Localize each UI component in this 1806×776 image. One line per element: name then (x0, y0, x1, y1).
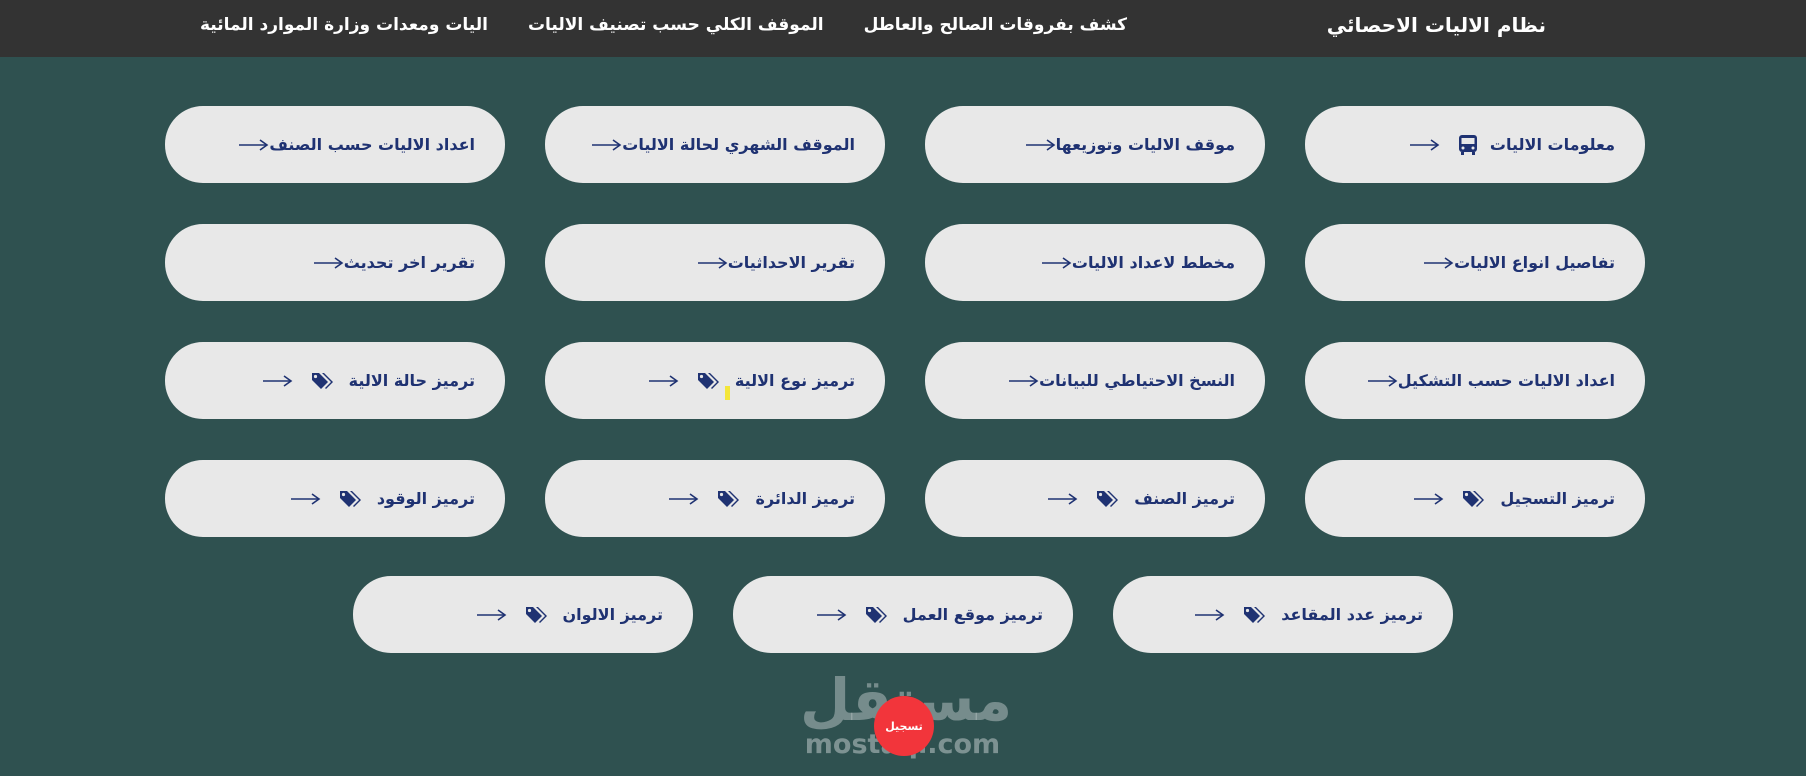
arrow-right-icon (1025, 138, 1056, 152)
tags-icon (525, 605, 551, 625)
arrow-right-icon (648, 374, 679, 388)
menu-button[interactable]: مخطط لاعداد الاليات (925, 224, 1265, 301)
menu-button-label: ترميز عدد المقاعد (1281, 605, 1423, 624)
menu-button-label: اعداد الاليات حسب التشكيل (1397, 371, 1615, 390)
menu-button-label: مخطط لاعداد الاليات (1071, 253, 1235, 272)
menu-button[interactable]: ترميز الوقود (165, 460, 505, 537)
menu-button-label: تفاصيل انواع الاليات (1454, 253, 1615, 272)
arrow-right-icon (290, 492, 321, 506)
top-navbar: نظام الاليات الاحصائي كشف بفروقات الصالح… (0, 0, 1806, 57)
arrow-right-icon (313, 256, 344, 270)
text-cursor-icon (725, 386, 730, 400)
menu-button-label: ترميز الوقود (376, 489, 475, 508)
arrow-right-icon (476, 608, 507, 622)
menu-button[interactable]: ترميز عدد المقاعد (1113, 576, 1453, 653)
menu-button[interactable]: ترميز موقع العمل (733, 576, 1073, 653)
tags-icon (311, 371, 337, 391)
menu-button[interactable]: اعداد الاليات حسب الصنف (165, 106, 505, 183)
nav-link-differences-report[interactable]: كشف بفروقات الصالح والعاطل (864, 15, 1127, 35)
arrow-right-icon (669, 492, 699, 506)
menu-button-label: اعداد الاليات حسب الصنف (269, 135, 475, 154)
menu-button-label: ترميز حالة الالية (348, 371, 475, 390)
menu-button-label: ترميز التسجيل (1500, 489, 1615, 508)
nav-link-overall-status[interactable]: الموقف الكلي حسب تصنيف الاليات (528, 15, 824, 35)
arrow-right-icon (239, 138, 269, 152)
menu-button-label: الموقف الشهري لحالة الاليات (622, 135, 855, 154)
arrow-right-icon (1367, 374, 1398, 388)
menu-button[interactable]: اعداد الاليات حسب التشكيل (1305, 342, 1645, 419)
menu-button-label: النسخ الاحتياطي للبيانات (1039, 371, 1235, 390)
menu-button-label: موقف الاليات وتوزيعها (1055, 135, 1235, 154)
arrow-right-icon (1414, 492, 1444, 506)
tags-icon (1462, 489, 1488, 509)
arrow-right-icon (592, 138, 622, 152)
arrow-right-icon (262, 374, 293, 388)
arrow-right-icon (1409, 138, 1440, 152)
arrow-right-icon (1041, 256, 1072, 270)
bus-icon (1458, 134, 1478, 156)
menu-button-label: معلومات الاليات (1489, 135, 1615, 154)
tags-icon (865, 605, 891, 625)
record-badge[interactable]: تسجيل (874, 696, 934, 756)
menu-button-label: ترميز الصنف (1134, 489, 1235, 508)
menu-button[interactable]: الموقف الشهري لحالة الاليات (545, 106, 885, 183)
menu-button[interactable]: تقرير اخر تحديث (165, 224, 505, 301)
menu-grid-last-row: ترميز عدد المقاعد ترميز موقع العمل ترميز ا… (353, 576, 1453, 653)
menu-button[interactable]: ترميز نوع الالية (545, 342, 885, 419)
app-brand[interactable]: نظام الاليات الاحصائي (1327, 13, 1546, 37)
arrow-right-icon (1048, 492, 1078, 506)
top-nav-links: كشف بفروقات الصالح والعاطل الموقف الكلي … (200, 15, 1127, 35)
menu-button[interactable]: النسخ الاحتياطي للبيانات (925, 342, 1265, 419)
arrow-right-icon (697, 256, 728, 270)
menu-button-label: ترميز نوع الالية (734, 371, 855, 390)
arrow-right-icon (1009, 374, 1039, 388)
tags-icon (697, 371, 723, 391)
arrow-right-icon (816, 608, 847, 622)
menu-button[interactable]: ترميز الدائرة (545, 460, 885, 537)
menu-button[interactable]: تقرير الاحداثيات (545, 224, 885, 301)
menu-button[interactable]: ترميز التسجيل (1305, 460, 1645, 537)
arrow-right-icon (1195, 608, 1225, 622)
menu-button[interactable]: ترميز الالوان (353, 576, 693, 653)
menu-button-label: ترميز موقع العمل (902, 605, 1043, 624)
tags-icon (717, 489, 743, 509)
menu-button[interactable]: ترميز حالة الالية (165, 342, 505, 419)
menu-button[interactable]: ترميز الصنف (925, 460, 1265, 537)
menu-button[interactable]: معلومات الاليات (1305, 106, 1645, 183)
menu-button-label: ترميز الالوان (562, 605, 664, 624)
nav-link-ministry-equipment[interactable]: اليات ومعدات وزارة الموارد المائية (200, 15, 488, 35)
menu-button-label: تقرير اخر تحديث (343, 253, 475, 272)
menu-button-label: تقرير الاحداثيات (727, 253, 855, 272)
menu-button[interactable]: تفاصيل انواع الاليات (1305, 224, 1645, 301)
menu-button-label: ترميز الدائرة (755, 489, 855, 508)
arrow-right-icon (1424, 256, 1454, 270)
tags-icon (1096, 489, 1122, 509)
menu-button[interactable]: موقف الاليات وتوزيعها (925, 106, 1265, 183)
tags-icon (1243, 605, 1269, 625)
menu-grid: معلومات الاليات موقف الاليات وتوزيعها المو… (163, 106, 1645, 537)
tags-icon (339, 489, 365, 509)
